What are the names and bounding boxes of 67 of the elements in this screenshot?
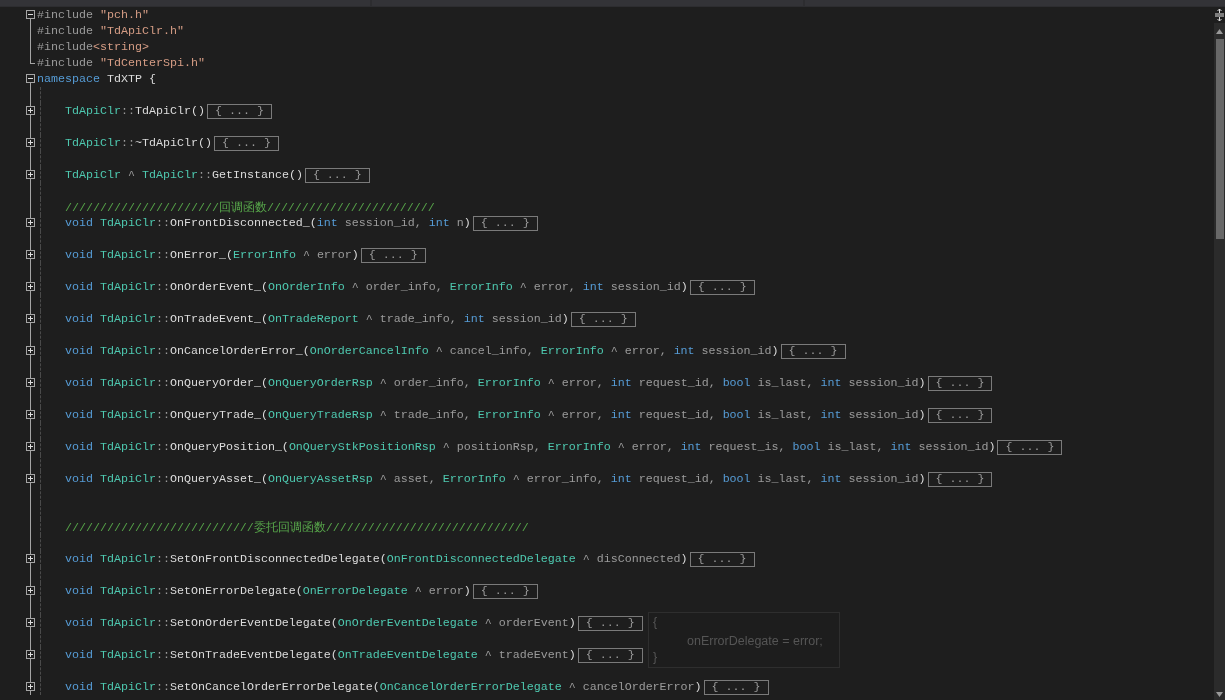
collapse-icon[interactable]	[26, 10, 35, 19]
code-line: void TdApiClr::OnTradeEvent_(OnTradeReport ^ trade_info, int session_id)	[65, 312, 569, 326]
code-line: void TdApiClr::OnQueryOrder_(OnQueryOrderRsp ^ order_info, ErrorInfo ^ error, int request_id, bool is_last, int session_id)	[65, 376, 926, 390]
code-line: #include "pch.h"	[37, 8, 149, 22]
collapsed-block[interactable]: { ... }	[927, 471, 993, 487]
code-line: void TdApiClr::OnOrderEvent_(OnOrderInfo ^ order_info, ErrorInfo ^ error, int session_id)	[65, 280, 688, 294]
code-line: void TdApiClr::SetOnCancelOrderErrorDelegate(OnCancelOrderErrorDelegate ^ cancelOrderError)	[65, 680, 702, 694]
collapsed-block[interactable]: { ... }	[689, 551, 755, 567]
code-line: void TdApiClr::SetOnFrontDisconnectedDelegate(OnFrontDisconnectedDelegate ^ disConnected)	[65, 552, 688, 566]
code-comment: ///////////////////////////委托回调函数/////////////////////////////	[65, 519, 529, 535]
collapsed-block[interactable]: { ... }	[577, 647, 643, 663]
collapsed-block[interactable]: { ... }	[472, 583, 538, 599]
collapsed-block[interactable]: { ... }	[703, 679, 769, 695]
code-line: TdApiClr::~TdApiClr()	[65, 136, 212, 150]
expand-icon[interactable]	[26, 106, 35, 115]
collapse-icon[interactable]	[26, 74, 35, 83]
code-line: void TdApiClr::SetOnOrderEventDelegate(OnOrderEventDelegate ^ orderEvent)	[65, 616, 576, 630]
preview-code-line: }	[653, 650, 658, 665]
collapsed-block[interactable]: { ... }	[206, 103, 272, 119]
collapsed-block[interactable]: { ... }	[689, 279, 755, 295]
code-line: void TdApiClr::OnQueryPosition_(OnQueryStkPositionRsp ^ positionRsp, ErrorInfo ^ error, int request_is, bool is_last, int session_id)	[65, 440, 996, 454]
split-icon[interactable]	[1214, 7, 1225, 23]
code-line: void TdApiClr::SetOnErrorDelegate(OnErrorDelegate ^ error)	[65, 584, 471, 598]
collapsed-block[interactable]: { ... }	[570, 311, 636, 327]
expand-icon[interactable]	[26, 170, 35, 179]
expand-icon[interactable]	[26, 474, 35, 483]
preview-code-line: {	[653, 615, 658, 630]
code-line: void TdApiClr::OnQueryTrade_(OnQueryTradeRsp ^ trade_info, ErrorInfo ^ error, int request_id, bool is_last, int session_id)	[65, 408, 926, 422]
expand-icon[interactable]	[26, 314, 35, 323]
collapsed-block[interactable]: { ... }	[304, 167, 370, 183]
collapsed-block[interactable]: { ... }	[997, 439, 1063, 455]
expand-icon[interactable]	[26, 346, 35, 355]
code-line: TdApiClr ^ TdApiClr::GetInstance()	[65, 168, 303, 182]
code-line: #include<string>	[37, 40, 149, 54]
code-line: #include "TdApiClr.h"	[37, 24, 184, 38]
collapsed-block[interactable]: { ... }	[213, 135, 279, 151]
expand-icon[interactable]	[26, 138, 35, 147]
expand-icon[interactable]	[26, 410, 35, 419]
expand-icon[interactable]	[26, 682, 35, 691]
preview-code-line: onErrorDelegate = error;	[687, 634, 823, 649]
code-line: void TdApiClr::OnError_(ErrorInfo ^ error)	[65, 248, 359, 262]
collapsed-block[interactable]: { ... }	[927, 407, 993, 423]
collapsed-block[interactable]: { ... }	[577, 615, 643, 631]
code-line: void TdApiClr::OnCancelOrderError_(OnOrderCancelInfo ^ cancel_info, ErrorInfo ^ error, int session_id)	[65, 344, 779, 358]
code-line: #include "TdCenterSpi.h"	[37, 56, 205, 70]
expand-icon[interactable]	[26, 218, 35, 227]
expand-icon[interactable]	[26, 650, 35, 659]
scroll-up-icon[interactable]	[1214, 27, 1225, 35]
collapsed-block[interactable]: { ... }	[780, 343, 846, 359]
code-line: void TdApiClr::OnQueryAsset_(OnQueryAssetRsp ^ asset, ErrorInfo ^ error_info, int request_id, bool is_last, int session_id)	[65, 472, 926, 486]
expand-icon[interactable]	[26, 586, 35, 595]
code-line: TdApiClr::TdApiClr()	[65, 104, 205, 118]
code-line: namespace TdXTP {	[37, 72, 156, 86]
scroll-down-icon[interactable]	[1214, 690, 1225, 700]
expand-icon[interactable]	[26, 282, 35, 291]
code-comment: //////////////////////回调函数////////////////////////	[65, 199, 435, 215]
expand-icon[interactable]	[26, 378, 35, 387]
code-line: void TdApiClr::OnFrontDisconnected_(int session_id, int n)	[65, 216, 471, 230]
scroll-thumb[interactable]	[1216, 39, 1224, 239]
expand-icon[interactable]	[26, 442, 35, 451]
collapsed-block[interactable]: { ... }	[927, 375, 993, 391]
code-line: void TdApiClr::SetOnTradeEventDelegate(OnTradeEventDelegate ^ tradeEvent)	[65, 648, 576, 662]
expand-icon[interactable]	[26, 554, 35, 563]
collapsed-block[interactable]: { ... }	[472, 215, 538, 231]
expand-icon[interactable]	[26, 618, 35, 627]
expand-icon[interactable]	[26, 250, 35, 259]
collapsed-block[interactable]: { ... }	[360, 247, 426, 263]
